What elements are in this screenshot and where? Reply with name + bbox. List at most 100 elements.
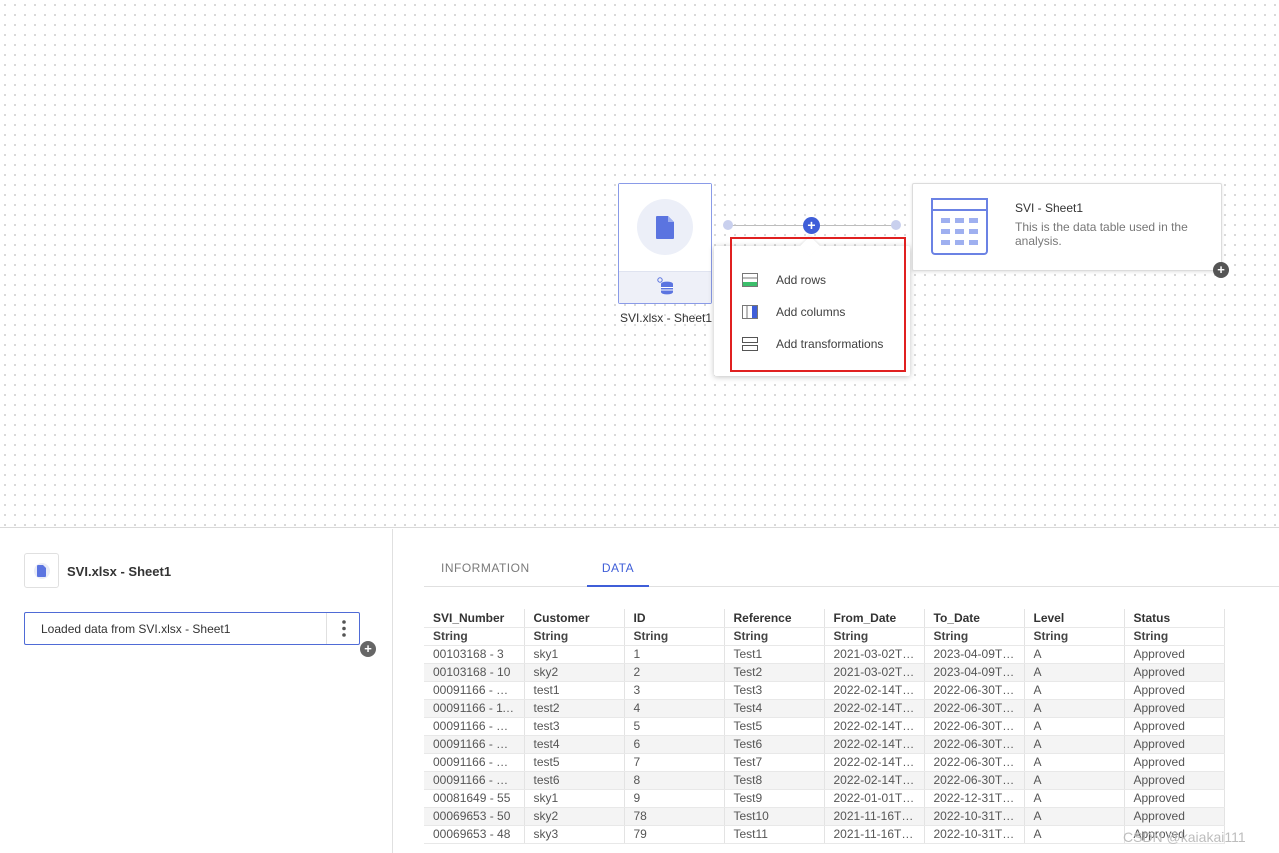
table-cell: A (1024, 807, 1125, 826)
data-panel: INFORMATION DATA SVI_Number Customer ID Ref… (394, 529, 1279, 853)
table-cell: Approved (1124, 663, 1225, 682)
load-step[interactable]: Loaded data from SVI.xlsx - Sheet1 (24, 612, 360, 645)
table-cell: Test5 (724, 717, 825, 736)
add-rows-icon (742, 273, 758, 287)
add-columns-label: Add columns (776, 305, 846, 319)
table-row: 00081649 - 55 sky1 9 Test9 2022-01-01T… 2022-… (424, 789, 1225, 808)
table-cell: Test8 (724, 771, 825, 790)
column-header-row: SVI_Number Customer ID Reference From_Date To… (424, 609, 1225, 628)
tab-bar: INFORMATION DATA (424, 553, 1279, 587)
column-header[interactable]: To_Date (924, 609, 1025, 628)
table-cell: sky2 (524, 663, 625, 682)
table-cell: Test3 (724, 681, 825, 700)
table-cell: Approved (1124, 771, 1225, 790)
table-cell: 78 (624, 807, 725, 826)
table-row: 00091166 - 198 test1 3 Test3 2022-02-14T… 202… (424, 681, 1225, 700)
column-header[interactable]: Status (1124, 609, 1225, 628)
column-type: String (724, 627, 825, 646)
table-cell: 2023-04-09T… (924, 663, 1025, 682)
column-type: String (1124, 627, 1225, 646)
table-cell: Approved (1124, 735, 1225, 754)
table-cell: A (1024, 681, 1125, 700)
table-cell: 2022-10-31T… (924, 825, 1025, 844)
add-step-plus-icon[interactable]: + (803, 217, 820, 234)
table-cell: 4 (624, 699, 725, 718)
table-cell: 2022-06-30T… (924, 735, 1025, 754)
add-transformations-item[interactable]: Add transformations (742, 332, 883, 356)
column-header[interactable]: ID (624, 609, 725, 628)
table-cell: test3 (524, 717, 625, 736)
table-cell: Approved (1124, 681, 1225, 700)
table-cell: Test6 (724, 735, 825, 754)
table-cell: sky1 (524, 789, 625, 808)
table-cell: 2022-02-14T… (824, 753, 925, 772)
table-cell: 00103168 - 10 (424, 663, 525, 682)
table-cell: 79 (624, 825, 725, 844)
table-cell: Test1 (724, 645, 825, 664)
table-cell: 2022-01-01T… (824, 789, 925, 808)
add-rows-label: Add rows (776, 273, 827, 287)
column-header[interactable]: SVI_Number (424, 609, 525, 628)
table-row: 00091166 - 120 test4 6 Test6 2022-02-14T… 202… (424, 735, 1225, 754)
panel-title: SVI.xlsx - Sheet1 (67, 564, 172, 579)
table-cell: 2022-06-30T… (924, 771, 1025, 790)
data-table: SVI_Number Customer ID Reference From_Date To… (424, 609, 1225, 844)
table-cell: 2021-11-16T… (824, 825, 925, 844)
more-vertical-icon (342, 620, 346, 637)
table-cell: 2021-03-02T… (824, 663, 925, 682)
table-row: 00103168 - 3 sky1 1 Test1 2021-03-02T… 2023-0… (424, 645, 1225, 664)
add-step-icon[interactable]: + (360, 641, 376, 657)
column-type: String (924, 627, 1025, 646)
table-cell: 2022-10-31T… (924, 807, 1025, 826)
tab-data[interactable]: DATA (587, 561, 649, 587)
table-cell: 00091166 - 197 (424, 717, 525, 736)
table-cell: 7 (624, 753, 725, 772)
table-cell: 2022-06-30T… (924, 753, 1025, 772)
column-header[interactable]: From_Date (824, 609, 925, 628)
table-cell: Test9 (724, 789, 825, 808)
table-cell: 2022-06-30T… (924, 717, 1025, 736)
column-header[interactable]: Reference (724, 609, 825, 628)
table-cell: 00069653 - 50 (424, 807, 525, 826)
tab-information[interactable]: INFORMATION (441, 561, 530, 587)
add-step-popup: Add rows Add columns Add transformations (714, 246, 910, 376)
table-cell: 00091166 - 112 (424, 699, 525, 718)
table-cell: Approved (1124, 789, 1225, 808)
table-cell: Approved (1124, 699, 1225, 718)
add-columns-icon (742, 305, 758, 319)
table-cell: 2 (624, 663, 725, 682)
table-cell: 2022-12-31T… (924, 789, 1025, 808)
table-node[interactable]: SVI - Sheet1 This is the data table used… (912, 183, 1222, 271)
connector-start-dot (723, 220, 733, 230)
file-icon-circle (637, 199, 693, 255)
table-cell: 3 (624, 681, 725, 700)
table-cell: 2022-06-30T… (924, 699, 1025, 718)
table-cell: 2022-02-14T… (824, 735, 925, 754)
column-header[interactable]: Customer (524, 609, 625, 628)
column-header[interactable]: Level (1024, 609, 1125, 628)
add-columns-item[interactable]: Add columns (742, 300, 845, 324)
table-cell: 00081649 - 55 (424, 789, 525, 808)
table-cell: 5 (624, 717, 725, 736)
add-rows-item[interactable]: Add rows (742, 268, 826, 292)
flow-canvas[interactable]: SVI.xlsx - Sheet1 Add rows Add columns A… (0, 0, 1279, 528)
table-cell: test4 (524, 735, 625, 754)
connector-end-dot (891, 220, 901, 230)
step-menu-button[interactable] (326, 613, 359, 644)
table-cell: A (1024, 699, 1125, 718)
column-type: String (624, 627, 725, 646)
table-cell: test1 (524, 681, 625, 700)
table-cell: Test7 (724, 753, 825, 772)
table-cell: 00091166 - 120 (424, 735, 525, 754)
table-cell: A (1024, 825, 1125, 844)
table-row: 00091166 - 112 test2 4 Test4 2022-02-14T… 202… (424, 699, 1225, 718)
table-cell: test6 (524, 771, 625, 790)
table-cell: Test4 (724, 699, 825, 718)
table-cell: 00069653 - 48 (424, 825, 525, 844)
table-row: 00091166 - 197 test3 5 Test5 2022-02-14T… 202… (424, 717, 1225, 736)
table-cell: 2023-04-09T… (924, 645, 1025, 664)
source-node[interactable] (618, 183, 712, 304)
table-cell: 8 (624, 771, 725, 790)
load-step-label: Loaded data from SVI.xlsx - Sheet1 (41, 622, 231, 636)
table-node-add-icon[interactable]: + (1213, 262, 1229, 278)
